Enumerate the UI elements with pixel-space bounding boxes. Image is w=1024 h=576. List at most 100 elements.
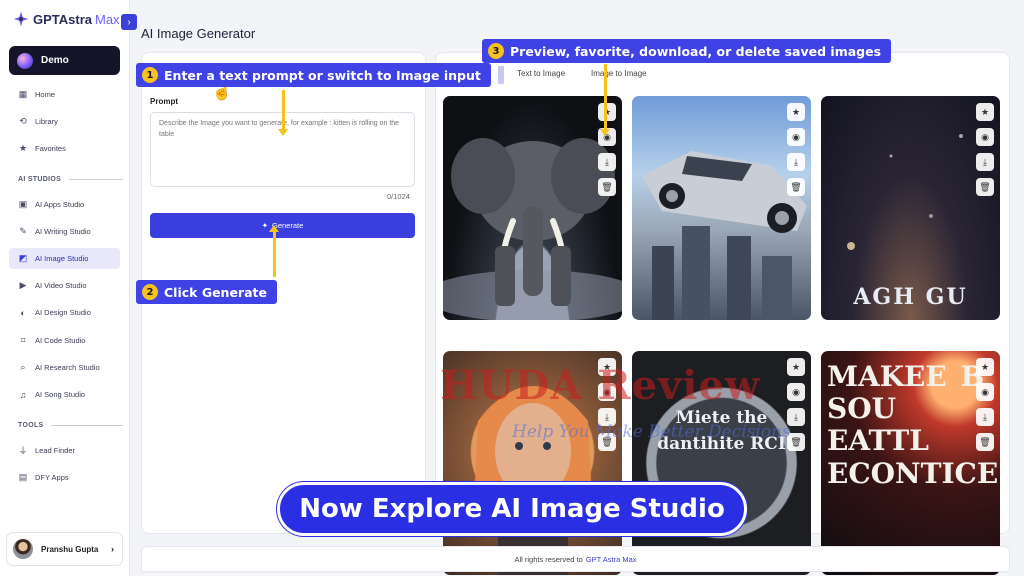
watermark-logo: HUDA Review [440,362,761,409]
sidebar-item-label: AI Apps Studio [35,200,85,209]
sidebar-item-home[interactable]: ▦ Home [9,84,120,105]
star-icon[interactable]: ★ [598,103,616,121]
user-profile-menu[interactable]: Pranshu Gupta › [6,532,123,566]
sidebar-item-ai-design-studio[interactable]: ◐ AI Design Studio [9,302,120,323]
workspace-switcher[interactable]: Demo [9,46,120,75]
eye-icon[interactable]: ◉ [976,128,994,146]
star-icon[interactable]: ★ [976,358,994,376]
footer: All rights reserved to GPT Astra Max [141,546,1010,572]
callout-step-1: 1 Enter a text prompt or switch to Image… [136,63,491,87]
step-number-badge: 1 [142,67,158,83]
callout-step-3: 3 Preview, favorite, download, or delete… [482,39,892,63]
image-actions: ★ ◉ ⤓ 🗑 [598,103,616,196]
image-text: MAKEE B SOU EATTL ECONTICE [827,360,999,490]
callout-text: Enter a text prompt or switch to Image i… [164,67,481,83]
sidebar-item-ai-image-studio[interactable]: ◩ AI Image Studio [9,248,120,269]
trash-icon[interactable]: 🗑 [976,433,994,451]
video-icon: ▶ [19,280,27,290]
arrow-up-icon [269,225,279,277]
star-icon[interactable]: ★ [787,358,805,376]
download-icon[interactable]: ⤓ [787,153,805,171]
eye-icon[interactable]: ◉ [976,383,994,401]
tab-image-to-image[interactable]: Image to Image [591,69,647,78]
sidebar-item-ai-writing-studio[interactable]: ✎ AI Writing Studio [9,221,120,242]
footer-brand-link[interactable]: GPT Astra Max [586,555,637,564]
gallery-image-night-text[interactable]: AGH GU ★ ◉ ⤓ 🗑 [821,96,1000,320]
funnel-icon: ⏚ [18,446,28,456]
sidebar-item-label: AI Song Studio [35,390,86,399]
tab-text-to-image[interactable]: Text to Image [517,69,565,78]
sidebar-item-label: Favorites [35,144,66,153]
trash-icon[interactable]: 🗑 [787,178,805,196]
sidebar-collapse-button[interactable]: › [121,14,137,30]
trash-icon[interactable]: 🗑 [976,178,994,196]
star-icon[interactable]: ★ [976,103,994,121]
prompt-label: Prompt [150,97,178,106]
gallery-image-flying-car[interactable]: ★ ◉ ⤓ 🗑 [632,96,811,320]
section-label-text: AI STUDIOS [18,176,62,183]
step-number-badge: 3 [488,43,504,59]
section-label-text: TOOLS [18,422,44,429]
sidebar-item-label: AI Design Studio [35,308,91,317]
arrow-down-icon [278,90,288,136]
sidebar-item-ai-research-studio[interactable]: ⌕ AI Research Studio [9,357,120,378]
image-actions: ★ ◉ ⤓ 🗑 [787,103,805,196]
research-icon: ⌕ [20,362,26,372]
section-divider [69,179,123,180]
car-illustration [642,151,807,320]
image-actions: ★ ◉ ⤓ 🗑 [976,103,994,196]
sidebar-item-label: Lead Finder [35,446,76,455]
user-name: Pranshu Gupta [41,544,99,554]
eye-icon[interactable]: ◉ [787,383,805,401]
gallery-image-elephant[interactable]: ★ ◉ ⤓ 🗑 [443,96,622,320]
sidebar-item-label: AI Image Studio [35,254,89,263]
eye-icon[interactable]: ◉ [787,128,805,146]
sidebar-item-label: DFY Apps [35,473,69,482]
music-icon: ♫ [19,389,27,400]
callout-step-2: 2 Click Generate [136,280,277,304]
download-icon[interactable]: ⤓ [598,153,616,171]
sidebar-item-ai-video-studio[interactable]: ▶ AI Video Studio [9,275,120,296]
gallery-image-poster[interactable]: MAKEE B SOU EATTL ECONTICE ★ ◉ ⤓ 🗑 [821,351,1000,575]
logo-max-text: Max [95,11,120,27]
sidebar-item-label: AI Code Studio [35,336,86,345]
sidebar: GPTAstra Max Demo ▦ Home ⟲ Library ★ Favo… [0,0,130,576]
code-icon: ⌗ [20,335,26,345]
star-box-icon: ★ [18,143,28,153]
image-actions: ★ ◉ ⤓ 🗑 [976,358,994,451]
callout-text: Preview, favorite, download, or delete s… [510,43,882,59]
watermark-tagline: Help You Make Better Decisions [512,422,791,442]
apps-icon: ▤ [18,472,28,482]
history-icon: ⟲ [19,116,27,126]
section-ai-studios: AI STUDIOS [18,176,123,183]
elephant-illustration [443,138,622,320]
arrow-down-icon [600,64,610,136]
download-icon[interactable]: ⤓ [976,153,994,171]
sidebar-item-label: Home [35,90,56,99]
sidebar-item-lead-finder[interactable]: ⏚ Lead Finder [9,440,120,461]
section-divider [51,425,123,426]
sidebar-item-ai-apps-studio[interactable]: ▣ AI Apps Studio [9,194,120,215]
sidebar-item-ai-song-studio[interactable]: ♫ AI Song Studio [9,384,120,405]
logo-icon [13,11,29,27]
logo-main-text: GPTAstra [33,11,92,27]
sidebar-item-library[interactable]: ⟲ Library [9,111,120,132]
star-icon[interactable]: ★ [787,103,805,121]
trash-icon[interactable]: 🗑 [598,178,616,196]
apps-icon: ▣ [18,199,28,209]
sidebar-item-favorites[interactable]: ★ Favorites [9,138,120,159]
workspace-orb-icon [17,52,33,69]
sidebar-item-dfy-apps[interactable]: ▤ DFY Apps [9,467,120,488]
char-counter: 0/1024 [387,192,410,201]
image-text: AGH GU [853,284,968,310]
section-tools: TOOLS [18,422,123,429]
sidebar-item-ai-code-studio[interactable]: ⌗ AI Code Studio [9,330,120,351]
tab-indicator [498,66,504,84]
download-icon[interactable]: ⤓ [976,408,994,426]
generate-button[interactable]: ✦ Generate [150,213,415,238]
app-logo[interactable]: GPTAstra Max [12,10,120,28]
page-title: AI Image Generator [141,26,256,41]
grid-icon: ▦ [18,89,28,99]
design-icon: ◐ [20,307,26,318]
sidebar-item-label: Library [35,117,58,126]
